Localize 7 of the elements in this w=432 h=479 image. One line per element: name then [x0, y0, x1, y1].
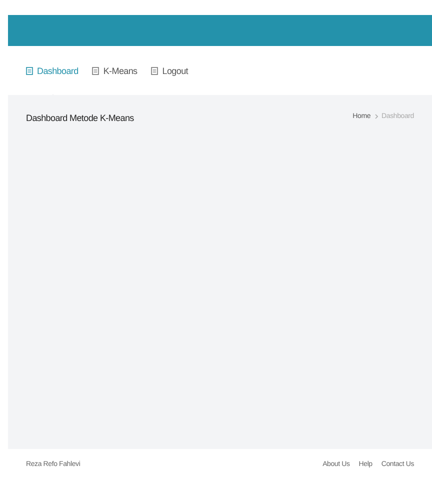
document-icon: [26, 66, 33, 74]
document-icon: [151, 66, 158, 74]
chevron-icon: [374, 114, 378, 119]
nav-link[interactable]: Logout: [151, 66, 188, 76]
page-title: Dashboard Metode K-Means: [26, 113, 134, 123]
nav-link[interactable]: K-Means: [92, 66, 138, 76]
document-icon: [92, 66, 100, 74]
